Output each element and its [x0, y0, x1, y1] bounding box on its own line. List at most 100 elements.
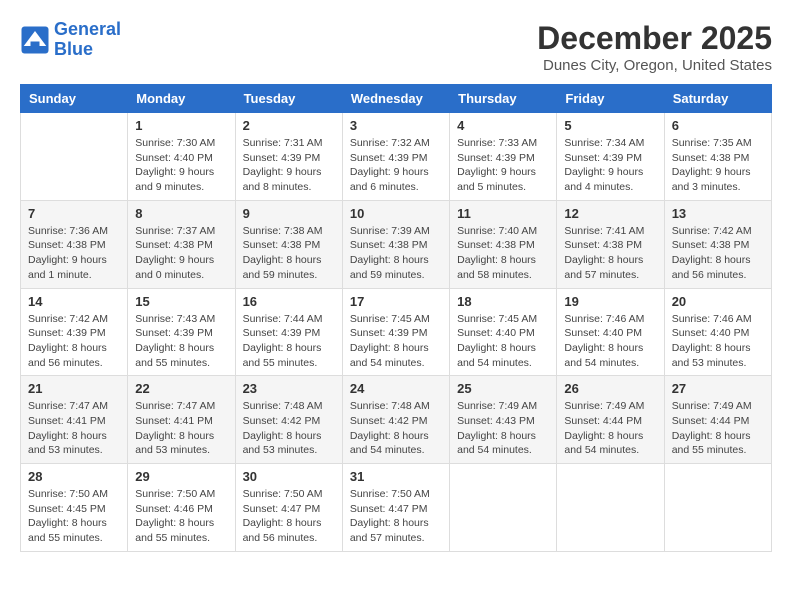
day-info: Sunrise: 7:50 AM Sunset: 4:45 PM Dayligh…	[28, 487, 120, 546]
day-info: Sunrise: 7:47 AM Sunset: 4:41 PM Dayligh…	[28, 399, 120, 458]
day-number: 22	[135, 381, 227, 396]
header: General Blue December 2025 Dunes City, O…	[20, 20, 772, 74]
week-row-1: 1 Sunrise: 7:30 AM Sunset: 4:40 PM Daylig…	[21, 113, 772, 201]
day-cell: 15 Sunrise: 7:43 AM Sunset: 4:39 PM Dayli…	[128, 288, 235, 376]
day-cell: 16 Sunrise: 7:44 AM Sunset: 4:39 PM Dayli…	[235, 288, 342, 376]
main-title: December 2025	[537, 20, 772, 57]
day-info: Sunrise: 7:50 AM Sunset: 4:47 PM Dayligh…	[243, 487, 335, 546]
day-number: 8	[135, 206, 227, 221]
day-number: 9	[243, 206, 335, 221]
day-info: Sunrise: 7:43 AM Sunset: 4:39 PM Dayligh…	[135, 312, 227, 371]
logo-line1: General	[54, 19, 121, 39]
day-cell: 2 Sunrise: 7:31 AM Sunset: 4:39 PM Daylig…	[235, 113, 342, 201]
day-info: Sunrise: 7:35 AM Sunset: 4:38 PM Dayligh…	[672, 136, 764, 195]
day-number: 25	[457, 381, 549, 396]
day-cell: 25 Sunrise: 7:49 AM Sunset: 4:43 PM Dayli…	[450, 376, 557, 464]
day-number: 31	[350, 469, 442, 484]
day-number: 20	[672, 294, 764, 309]
header-cell-tuesday: Tuesday	[235, 85, 342, 113]
day-cell: 12 Sunrise: 7:41 AM Sunset: 4:38 PM Dayli…	[557, 200, 664, 288]
day-info: Sunrise: 7:41 AM Sunset: 4:38 PM Dayligh…	[564, 224, 656, 283]
day-cell: 13 Sunrise: 7:42 AM Sunset: 4:38 PM Dayli…	[664, 200, 771, 288]
day-number: 29	[135, 469, 227, 484]
day-info: Sunrise: 7:47 AM Sunset: 4:41 PM Dayligh…	[135, 399, 227, 458]
calendar-table: SundayMondayTuesdayWednesdayThursdayFrid…	[20, 84, 772, 552]
day-number: 15	[135, 294, 227, 309]
day-info: Sunrise: 7:36 AM Sunset: 4:38 PM Dayligh…	[28, 224, 120, 283]
day-number: 18	[457, 294, 549, 309]
day-info: Sunrise: 7:49 AM Sunset: 4:43 PM Dayligh…	[457, 399, 549, 458]
day-info: Sunrise: 7:48 AM Sunset: 4:42 PM Dayligh…	[350, 399, 442, 458]
day-cell	[450, 464, 557, 552]
day-info: Sunrise: 7:38 AM Sunset: 4:38 PM Dayligh…	[243, 224, 335, 283]
day-number: 28	[28, 469, 120, 484]
day-info: Sunrise: 7:37 AM Sunset: 4:38 PM Dayligh…	[135, 224, 227, 283]
day-info: Sunrise: 7:45 AM Sunset: 4:39 PM Dayligh…	[350, 312, 442, 371]
day-number: 17	[350, 294, 442, 309]
day-cell: 1 Sunrise: 7:30 AM Sunset: 4:40 PM Daylig…	[128, 113, 235, 201]
logo: General Blue	[20, 20, 121, 60]
day-number: 3	[350, 118, 442, 133]
day-number: 14	[28, 294, 120, 309]
day-info: Sunrise: 7:49 AM Sunset: 4:44 PM Dayligh…	[564, 399, 656, 458]
header-cell-friday: Friday	[557, 85, 664, 113]
day-number: 24	[350, 381, 442, 396]
day-info: Sunrise: 7:33 AM Sunset: 4:39 PM Dayligh…	[457, 136, 549, 195]
day-cell: 19Sunrise: 7:46 AM Sunset: 4:40 PM Dayli…	[557, 288, 664, 376]
day-info: Sunrise: 7:44 AM Sunset: 4:39 PM Dayligh…	[243, 312, 335, 371]
header-cell-thursday: Thursday	[450, 85, 557, 113]
day-number: 10	[350, 206, 442, 221]
day-info: Sunrise: 7:31 AM Sunset: 4:39 PM Dayligh…	[243, 136, 335, 195]
day-number: 21	[28, 381, 120, 396]
day-number: 16	[243, 294, 335, 309]
day-cell: 5Sunrise: 7:34 AM Sunset: 4:39 PM Daylig…	[557, 113, 664, 201]
week-row-2: 7 Sunrise: 7:36 AM Sunset: 4:38 PM Daylig…	[21, 200, 772, 288]
day-info: Sunrise: 7:50 AM Sunset: 4:47 PM Dayligh…	[350, 487, 442, 546]
header-cell-wednesday: Wednesday	[342, 85, 449, 113]
day-number: 7	[28, 206, 120, 221]
day-number: 13	[672, 206, 764, 221]
day-cell: 31 Sunrise: 7:50 AM Sunset: 4:47 PM Dayli…	[342, 464, 449, 552]
day-number: 2	[243, 118, 335, 133]
day-cell: 9 Sunrise: 7:38 AM Sunset: 4:38 PM Daylig…	[235, 200, 342, 288]
day-cell	[664, 464, 771, 552]
day-cell: 28 Sunrise: 7:50 AM Sunset: 4:45 PM Dayli…	[21, 464, 128, 552]
header-cell-saturday: Saturday	[664, 85, 771, 113]
day-cell: 10 Sunrise: 7:39 AM Sunset: 4:38 PM Dayli…	[342, 200, 449, 288]
day-number: 30	[243, 469, 335, 484]
day-cell: 8 Sunrise: 7:37 AM Sunset: 4:38 PM Daylig…	[128, 200, 235, 288]
day-cell: 21 Sunrise: 7:47 AM Sunset: 4:41 PM Dayli…	[21, 376, 128, 464]
day-cell: 3 Sunrise: 7:32 AM Sunset: 4:39 PM Daylig…	[342, 113, 449, 201]
day-info: Sunrise: 7:40 AM Sunset: 4:38 PM Dayligh…	[457, 224, 549, 283]
day-cell: 22 Sunrise: 7:47 AM Sunset: 4:41 PM Dayli…	[128, 376, 235, 464]
day-number: 19	[564, 294, 656, 309]
header-row: SundayMondayTuesdayWednesdayThursdayFrid…	[21, 85, 772, 113]
day-number: 12	[564, 206, 656, 221]
logo-text: General Blue	[54, 20, 121, 60]
day-cell: 11Sunrise: 7:40 AM Sunset: 4:38 PM Dayli…	[450, 200, 557, 288]
day-number: 26	[564, 381, 656, 396]
day-cell	[21, 113, 128, 201]
day-number: 5	[564, 118, 656, 133]
day-info: Sunrise: 7:42 AM Sunset: 4:38 PM Dayligh…	[672, 224, 764, 283]
day-info: Sunrise: 7:32 AM Sunset: 4:39 PM Dayligh…	[350, 136, 442, 195]
header-cell-sunday: Sunday	[21, 85, 128, 113]
day-number: 1	[135, 118, 227, 133]
week-row-4: 21 Sunrise: 7:47 AM Sunset: 4:41 PM Dayli…	[21, 376, 772, 464]
day-info: Sunrise: 7:30 AM Sunset: 4:40 PM Dayligh…	[135, 136, 227, 195]
day-cell: 14Sunrise: 7:42 AM Sunset: 4:39 PM Dayli…	[21, 288, 128, 376]
day-cell: 17 Sunrise: 7:45 AM Sunset: 4:39 PM Dayli…	[342, 288, 449, 376]
day-cell: 26 Sunrise: 7:49 AM Sunset: 4:44 PM Dayli…	[557, 376, 664, 464]
day-cell: 29 Sunrise: 7:50 AM Sunset: 4:46 PM Dayli…	[128, 464, 235, 552]
logo-icon	[20, 25, 50, 55]
day-info: Sunrise: 7:45 AM Sunset: 4:40 PM Dayligh…	[457, 312, 549, 371]
header-cell-monday: Monday	[128, 85, 235, 113]
day-info: Sunrise: 7:48 AM Sunset: 4:42 PM Dayligh…	[243, 399, 335, 458]
day-cell: 7 Sunrise: 7:36 AM Sunset: 4:38 PM Daylig…	[21, 200, 128, 288]
day-info: Sunrise: 7:49 AM Sunset: 4:44 PM Dayligh…	[672, 399, 764, 458]
day-info: Sunrise: 7:39 AM Sunset: 4:38 PM Dayligh…	[350, 224, 442, 283]
day-cell: 18 Sunrise: 7:45 AM Sunset: 4:40 PM Dayli…	[450, 288, 557, 376]
day-cell	[557, 464, 664, 552]
day-cell: 27Sunrise: 7:49 AM Sunset: 4:44 PM Dayli…	[664, 376, 771, 464]
day-info: Sunrise: 7:50 AM Sunset: 4:46 PM Dayligh…	[135, 487, 227, 546]
